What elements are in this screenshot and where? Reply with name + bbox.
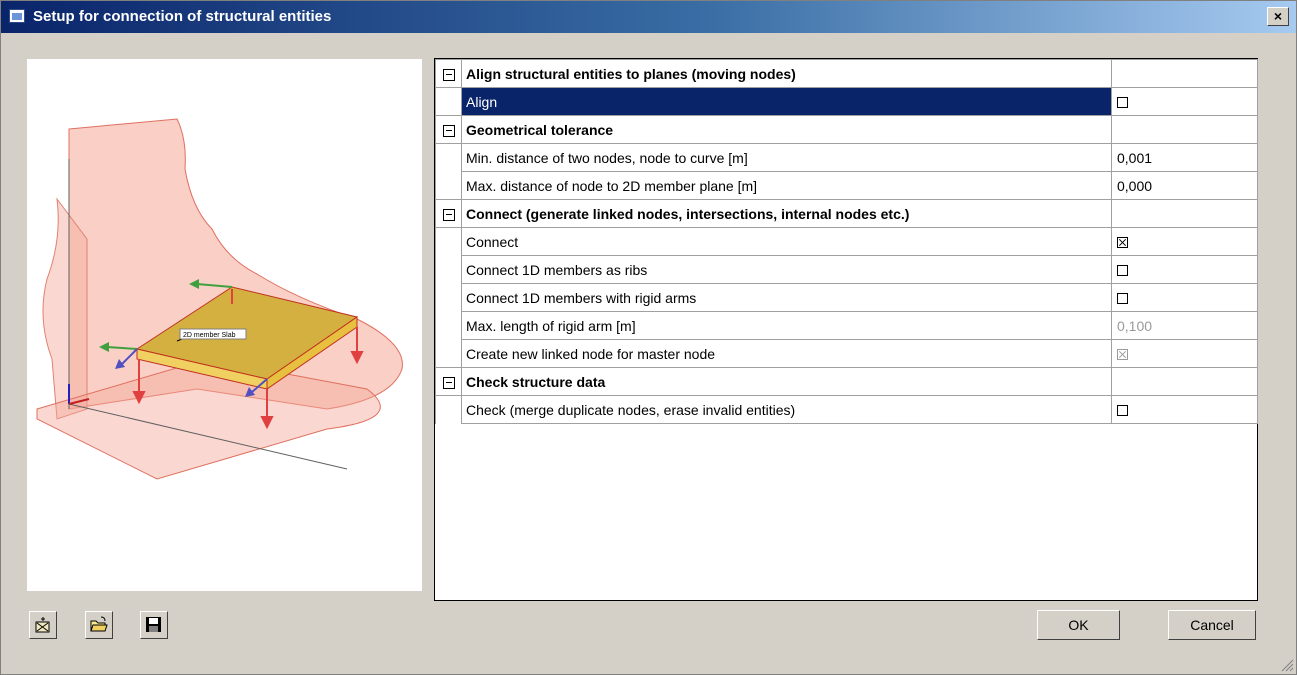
title-bar[interactable]: Setup for connection of structural entit… — [1, 1, 1296, 33]
dialog-window: Setup for connection of structural entit… — [0, 0, 1297, 675]
property-row-align[interactable]: Align — [435, 87, 1258, 116]
structure-preview-image: 2D member Slab — [36, 118, 403, 480]
category-check[interactable]: Check structure data — [435, 367, 1258, 396]
save-disk-icon — [146, 617, 161, 632]
property-row-arm-length: Max. length of rigid arm [m] 0,100 — [435, 311, 1258, 340]
collapse-icon[interactable] — [435, 199, 462, 228]
wizard-icon — [35, 617, 50, 633]
category-title: Align structural entities to planes (mov… — [461, 59, 1112, 88]
property-row-rigid-arms[interactable]: Connect 1D members with rigid arms — [435, 283, 1258, 312]
ribs-checkbox[interactable] — [1117, 265, 1128, 277]
category-title: Check structure data — [461, 367, 1112, 396]
category-title: Geometrical tolerance — [461, 115, 1112, 144]
align-checkbox[interactable] — [1117, 97, 1128, 109]
property-row-ribs[interactable]: Connect 1D members as ribs — [435, 255, 1258, 284]
property-label: Connect 1D members as ribs — [461, 255, 1112, 284]
property-row-check[interactable]: Check (merge duplicate nodes, erase inva… — [435, 395, 1258, 424]
category-align[interactable]: Align structural entities to planes (mov… — [435, 59, 1258, 88]
collapse-icon[interactable] — [435, 59, 462, 88]
property-label: Max. length of rigid arm [m] — [461, 311, 1112, 340]
category-tolerance[interactable]: Geometrical tolerance — [435, 115, 1258, 144]
property-label: Min. distance of two nodes, node to curv… — [461, 143, 1112, 172]
connect-checkbox[interactable] — [1117, 237, 1128, 249]
master-node-checkbox — [1117, 349, 1128, 361]
ok-button[interactable]: OK — [1037, 610, 1120, 640]
property-label: Align — [461, 87, 1112, 116]
property-row-connect[interactable]: Connect — [435, 227, 1258, 256]
open-folder-icon — [90, 616, 108, 632]
property-label: Max. distance of node to 2D member plane… — [461, 171, 1112, 200]
min-distance-value[interactable]: 0,001 — [1111, 143, 1258, 172]
category-title: Connect (generate linked nodes, intersec… — [461, 199, 1112, 228]
save-button[interactable] — [140, 611, 168, 639]
collapse-icon[interactable] — [435, 115, 462, 144]
app-icon — [9, 9, 25, 23]
property-grid[interactable]: Align structural entities to planes (mov… — [434, 58, 1258, 601]
property-row-min-distance[interactable]: Min. distance of two nodes, node to curv… — [435, 143, 1258, 172]
cancel-button[interactable]: Cancel — [1168, 610, 1256, 640]
close-button[interactable]: × — [1267, 7, 1289, 26]
property-label: Connect — [461, 227, 1112, 256]
max-distance-value[interactable]: 0,000 — [1111, 171, 1258, 200]
window-title: Setup for connection of structural entit… — [33, 8, 332, 25]
preview-panel: 2D member Slab — [27, 59, 422, 591]
resize-grip-icon[interactable] — [1280, 658, 1294, 672]
property-label: Connect 1D members with rigid arms — [461, 283, 1112, 312]
rigid-arms-checkbox[interactable] — [1117, 293, 1128, 305]
property-label: Check (merge duplicate nodes, erase inva… — [461, 395, 1112, 424]
collapse-icon[interactable] — [435, 367, 462, 396]
wizard-button[interactable] — [29, 611, 57, 639]
open-button[interactable] — [85, 611, 113, 639]
arm-length-value: 0,100 — [1111, 311, 1258, 340]
category-connect[interactable]: Connect (generate linked nodes, intersec… — [435, 199, 1258, 228]
property-label: Create new linked node for master node — [461, 339, 1112, 368]
member-label: 2D member Slab — [183, 332, 236, 339]
property-row-max-distance[interactable]: Max. distance of node to 2D member plane… — [435, 171, 1258, 200]
check-checkbox[interactable] — [1117, 405, 1128, 417]
property-row-master-node: Create new linked node for master node — [435, 339, 1258, 368]
